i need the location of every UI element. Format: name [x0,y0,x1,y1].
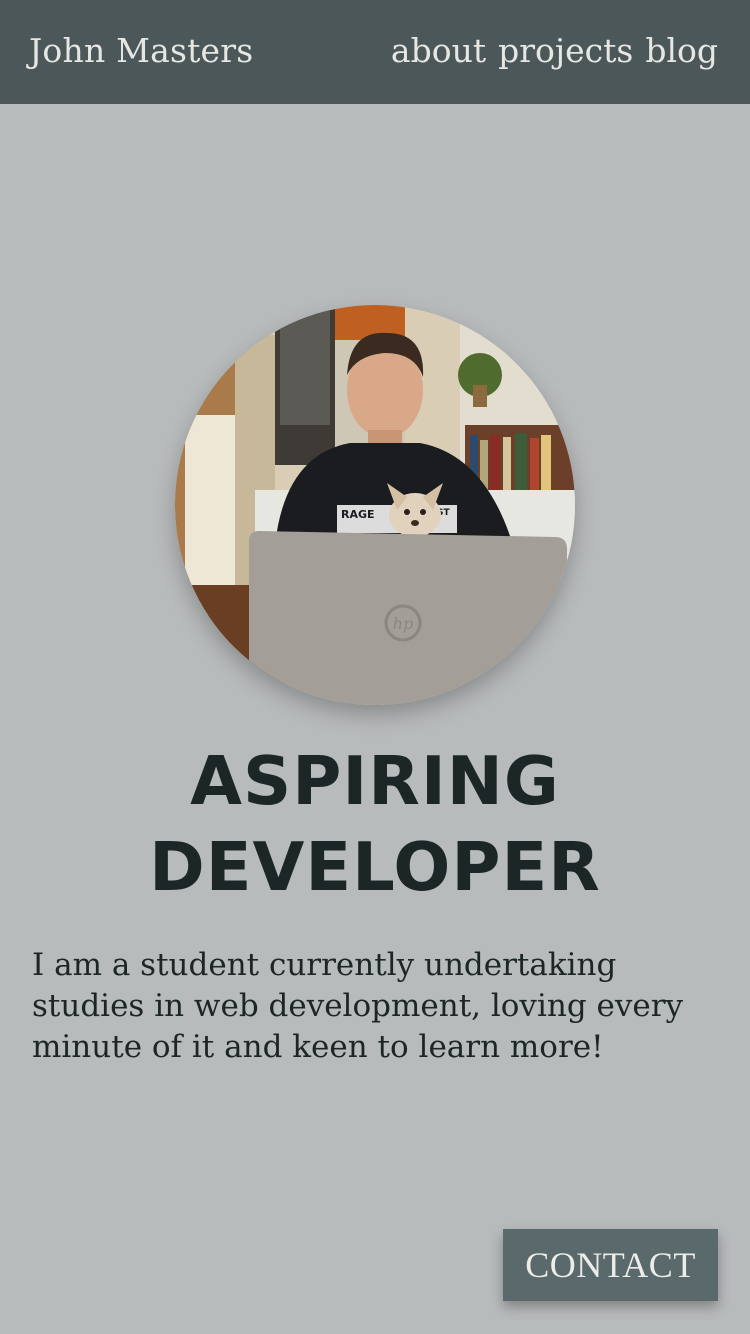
headline-line-2: DEVELOPER [149,828,601,906]
contact-button[interactable]: CONTACT [503,1229,718,1301]
brand-name[interactable]: John Masters [29,31,253,70]
nav-link-blog[interactable]: blog [645,31,718,70]
shirt-text: RAGE [341,508,375,521]
nav-link-about[interactable]: about [391,31,486,70]
profile-photo: RAGE ST hp [175,305,575,705]
nav-link-projects[interactable]: projects [498,31,633,70]
headline-line-1: ASPIRING [190,742,560,820]
navbar: John Masters about projects blog [0,0,750,104]
intro-text: I am a student currently undertaking stu… [32,947,684,1065]
nav-links: about projects blog [391,31,718,70]
headline: ASPIRING DEVELOPER [0,738,750,910]
laptop-logo: hp [393,614,414,633]
